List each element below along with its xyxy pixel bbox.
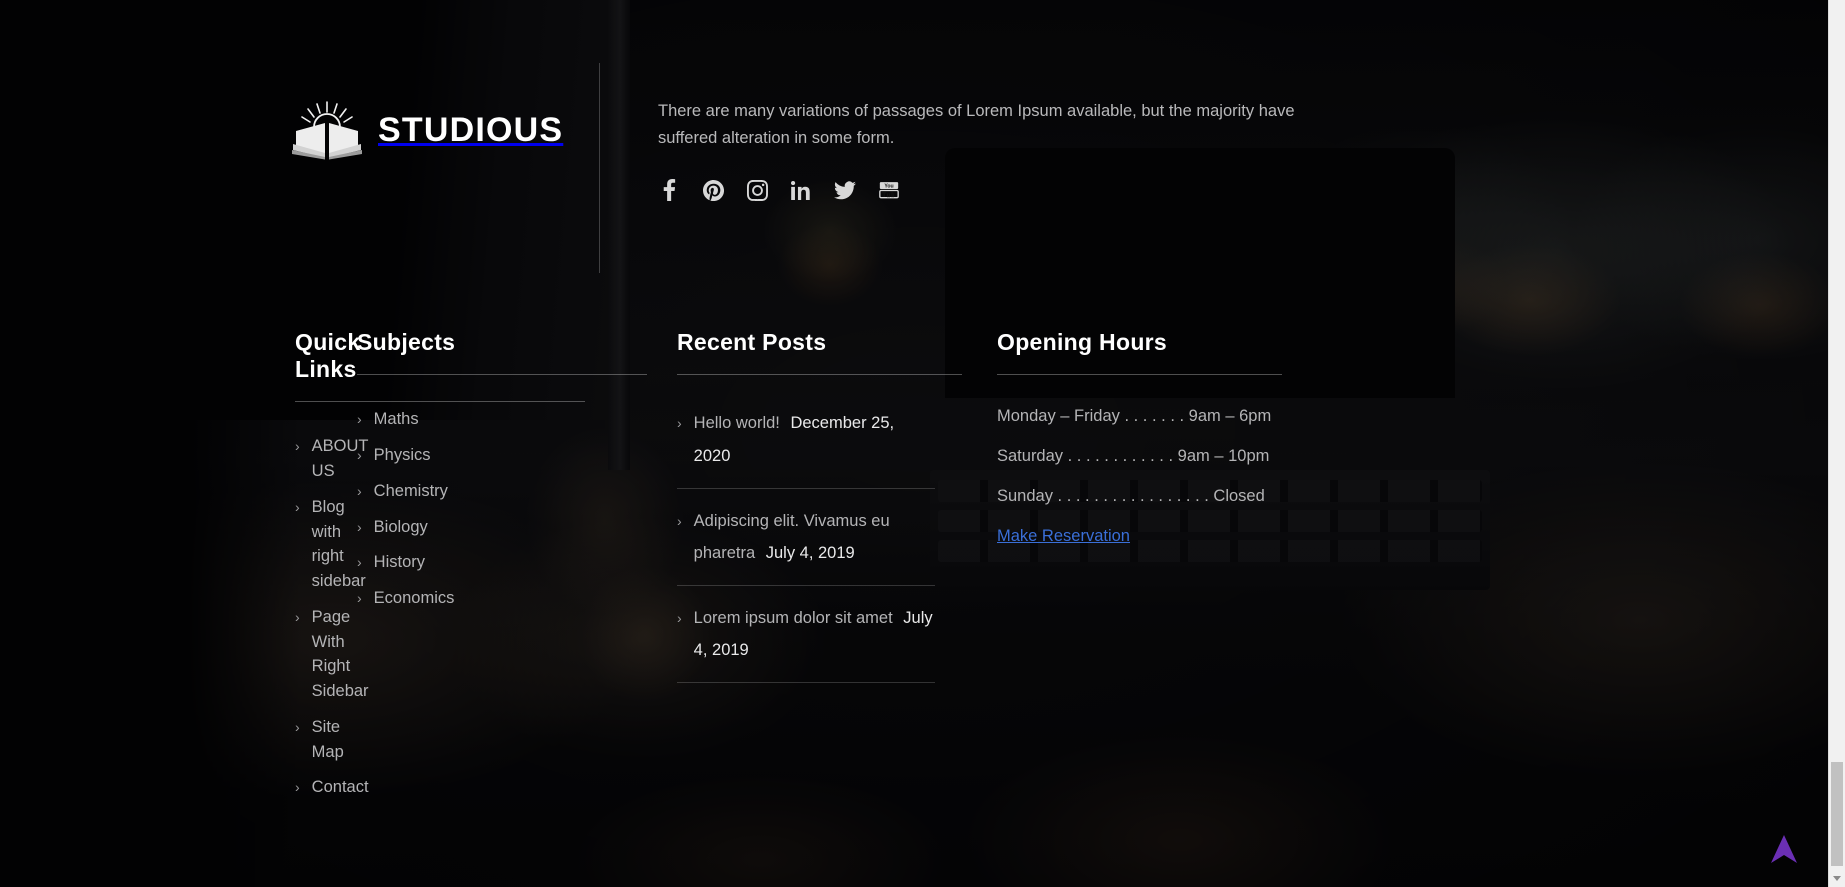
chevron-right-icon: › xyxy=(295,718,300,735)
chevron-right-icon: › xyxy=(295,779,300,796)
footer-widget-columns: Quick Links › ABOUT US › Blog with right… xyxy=(0,201,1845,811)
list-item: › Adipiscing elit. Vivamus eu pharetra J… xyxy=(677,505,935,587)
list-item: › Lorem ipsum dolor sit amet July 4, 201… xyxy=(677,602,935,684)
social-links-row: You xyxy=(658,179,1305,202)
recent-posts-title: Recent Posts xyxy=(677,329,827,356)
recent-posts-list: › Hello world! December 25, 2020 › Adipi… xyxy=(677,407,935,684)
chevron-right-icon: › xyxy=(357,518,362,535)
subjects-title: Subjects xyxy=(357,329,456,356)
chevron-right-icon: › xyxy=(295,608,300,625)
subject-label: Economics xyxy=(373,589,455,608)
list-item: › Chemistry xyxy=(357,479,615,504)
pinterest-link[interactable] xyxy=(702,179,724,201)
column-rule xyxy=(357,374,647,376)
chevron-right-icon: › xyxy=(357,554,362,571)
intro-paragraph: There are many variations of passages of… xyxy=(658,102,1295,147)
chevron-right-icon: › xyxy=(357,447,362,464)
opening-hours-list: Monday – Friday . . . . . . . 9am – 6pm … xyxy=(997,407,1272,506)
twitter-icon xyxy=(834,181,856,200)
site-logo[interactable]: STUDIOUS xyxy=(290,100,600,160)
linkedin-icon xyxy=(791,180,811,201)
subject-label: History xyxy=(373,553,426,572)
chevron-right-icon: › xyxy=(357,590,362,607)
recent-post-link-3[interactable]: › Lorem ipsum dolor sit amet July 4, 201… xyxy=(677,602,935,666)
recent-post-link-1[interactable]: › Hello world! December 25, 2020 xyxy=(677,407,935,471)
recent-posts-column: Recent Posts › Hello world! December 25,… xyxy=(655,329,975,811)
subjects-list: › Maths › Physics › Chemistry › Biology … xyxy=(357,407,615,611)
subject-link-biology[interactable]: › Biology xyxy=(357,515,615,540)
chevron-right-icon: › xyxy=(295,438,300,455)
youtube-icon: You xyxy=(879,180,899,200)
subject-link-economics[interactable]: › Economics xyxy=(357,586,615,611)
site-footer: STUDIOUS There are many variations of pa… xyxy=(0,0,1845,887)
twitter-link[interactable] xyxy=(834,179,856,201)
list-item: › Biology xyxy=(357,515,615,540)
site-logo-text: STUDIOUS xyxy=(378,111,564,149)
subject-label: Maths xyxy=(373,410,419,429)
subject-label: Physics xyxy=(373,446,431,465)
opening-hours-row-sunday: Sunday . . . . . . . . . . . . . . . . .… xyxy=(997,487,1265,506)
list-item: › Maths xyxy=(357,407,615,432)
linkedin-link[interactable] xyxy=(790,179,812,201)
facebook-icon xyxy=(663,179,676,202)
list-item: › Economics xyxy=(357,586,615,611)
subject-link-chemistry[interactable]: › Chemistry xyxy=(357,479,615,504)
scroll-to-top-button[interactable] xyxy=(1769,833,1799,867)
opening-hours-title: Opening Hours xyxy=(997,329,1168,356)
footer-top-section: STUDIOUS There are many variations of pa… xyxy=(0,0,1845,273)
recent-post-link-2[interactable]: › Adipiscing elit. Vivamus eu pharetra J… xyxy=(677,505,935,569)
svg-text:You: You xyxy=(884,184,893,190)
scrollbar-thumb[interactable] xyxy=(1831,762,1843,866)
column-rule xyxy=(997,374,1282,376)
facebook-link[interactable] xyxy=(658,179,680,202)
chevron-right-icon: › xyxy=(677,512,682,529)
opening-hours-column: Opening Hours Monday – Friday . . . . . … xyxy=(975,329,1305,811)
recent-post-date: July 4, 2019 xyxy=(765,543,855,562)
page-root: STUDIOUS There are many variations of pa… xyxy=(0,0,1845,887)
intro-column: There are many variations of passages of… xyxy=(600,80,1845,202)
opening-hours-row-weekday: Monday – Friday . . . . . . . 9am – 6pm xyxy=(997,407,1272,426)
quick-links-column: Quick Links › ABOUT US › Blog with right… xyxy=(0,329,585,811)
subject-link-history[interactable]: › History xyxy=(357,550,615,575)
chevron-right-icon: › xyxy=(677,610,682,627)
chevron-right-icon: › xyxy=(357,482,362,499)
brand-column: STUDIOUS xyxy=(0,63,600,273)
chevron-right-icon: › xyxy=(295,498,300,515)
subject-label: Biology xyxy=(373,517,428,536)
arrow-up-icon xyxy=(1769,833,1799,867)
browser-scrollbar[interactable] xyxy=(1828,0,1845,887)
brand-vertical-divider xyxy=(599,63,600,273)
recent-post-title: Hello world! xyxy=(693,414,780,433)
subject-link-maths[interactable]: › Maths xyxy=(357,407,615,432)
footer-bottom-bar: © 2021 All Rights Reserved Tearms of Ser… xyxy=(0,811,1845,887)
chevron-down-icon xyxy=(1833,876,1841,881)
list-item: › History xyxy=(357,550,615,575)
recent-post-title: Lorem ipsum dolor sit amet xyxy=(693,609,893,628)
column-rule xyxy=(677,374,962,376)
pinterest-icon xyxy=(702,179,724,201)
subjects-column: Subjects › Maths › Physics › Chemistry ›… xyxy=(335,329,655,811)
list-item: › Physics xyxy=(357,443,615,468)
chevron-right-icon: › xyxy=(677,415,682,432)
make-reservation-link[interactable]: Make Reservation xyxy=(997,527,1130,545)
scrollbar-down-arrow[interactable] xyxy=(1829,870,1845,887)
open-book-sunrise-logo-icon xyxy=(290,100,364,160)
list-item: › Hello world! December 25, 2020 xyxy=(677,407,935,489)
youtube-link[interactable]: You xyxy=(878,179,900,201)
instagram-icon xyxy=(746,179,768,201)
instagram-link[interactable] xyxy=(746,179,768,201)
opening-hours-row-saturday: Saturday . . . . . . . . . . . . 9am – 1… xyxy=(997,447,1270,466)
subject-link-physics[interactable]: › Physics xyxy=(357,443,615,468)
chevron-right-icon: › xyxy=(357,411,362,428)
subject-label: Chemistry xyxy=(373,481,448,500)
